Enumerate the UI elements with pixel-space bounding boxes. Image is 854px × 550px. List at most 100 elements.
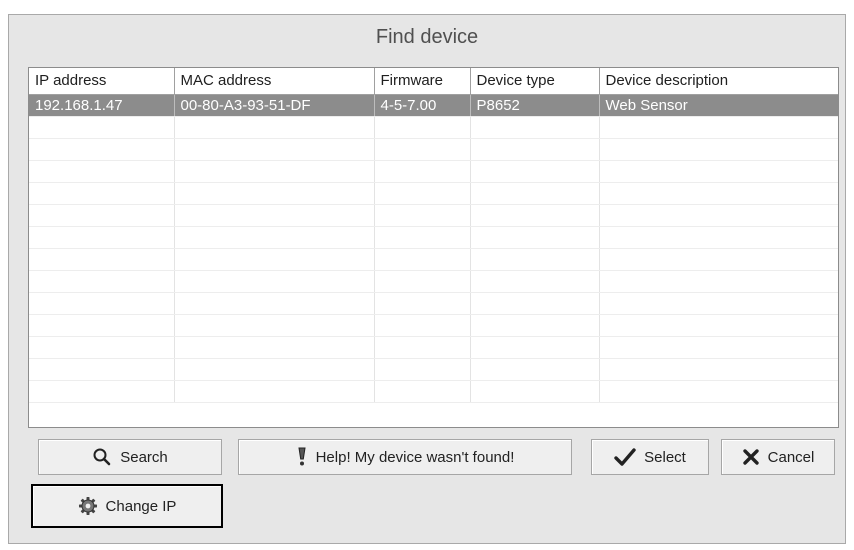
empty-cell — [599, 292, 838, 315]
empty-row — [29, 270, 838, 293]
find-device-window: Find device IP address MAC address Firmw… — [8, 14, 846, 544]
empty-cell — [29, 226, 175, 249]
empty-cell — [374, 336, 471, 359]
empty-cell — [470, 204, 600, 227]
column-header-device-type[interactable]: Device type — [470, 68, 600, 95]
empty-cell — [470, 182, 600, 205]
change-ip-button-label: Change IP — [105, 497, 177, 515]
window-title: Find device — [375, 26, 479, 48]
empty-cell — [374, 358, 471, 381]
help-device-not-found-button[interactable]: Help! My device wasn't found! — [238, 439, 572, 475]
empty-cell — [174, 336, 375, 359]
empty-cell — [599, 204, 838, 227]
empty-cell — [174, 226, 375, 249]
header-row: IP address MAC address Firmware Device t… — [29, 68, 838, 95]
change-ip-button[interactable]: Change IP — [31, 484, 223, 528]
empty-cell — [470, 336, 600, 359]
empty-cell — [470, 358, 600, 381]
empty-cell — [374, 116, 471, 139]
x-icon — [742, 448, 760, 466]
column-header-firmware[interactable]: Firmware — [374, 68, 471, 95]
empty-row — [29, 358, 838, 381]
empty-cell — [599, 138, 838, 161]
empty-cell — [174, 248, 375, 271]
empty-cell — [374, 380, 471, 403]
empty-cell — [29, 314, 175, 337]
empty-cell — [174, 204, 375, 227]
empty-cell — [29, 358, 175, 381]
empty-cell — [374, 248, 471, 271]
table-row[interactable]: 192.168.1.47 00-80-A3-93-51-DF 4-5-7.00 … — [29, 94, 838, 117]
empty-cell — [470, 248, 600, 271]
search-button[interactable]: Search — [38, 439, 222, 475]
help-button-label: Help! My device wasn't found! — [315, 448, 515, 466]
empty-cell — [174, 270, 375, 293]
empty-cell — [599, 182, 838, 205]
cell-firmware: 4-5-7.00 — [374, 94, 471, 117]
empty-cell — [599, 270, 838, 293]
empty-cell — [599, 248, 838, 271]
search-icon — [92, 447, 112, 467]
empty-cell — [470, 226, 600, 249]
empty-cell — [374, 204, 471, 227]
empty-cell — [29, 116, 175, 139]
empty-cell — [470, 138, 600, 161]
device-list[interactable]: IP address MAC address Firmware Device t… — [28, 67, 839, 428]
empty-row — [29, 292, 838, 315]
column-header-mac-address[interactable]: MAC address — [174, 68, 375, 95]
exclamation-icon — [296, 446, 308, 468]
empty-cell — [374, 160, 471, 183]
empty-cell — [599, 358, 838, 381]
empty-row — [29, 204, 838, 227]
empty-cell — [174, 358, 375, 381]
empty-cell — [174, 292, 375, 315]
empty-cell — [29, 336, 175, 359]
search-button-label: Search — [120, 448, 168, 466]
cancel-button[interactable]: Cancel — [721, 439, 835, 475]
empty-cell — [470, 314, 600, 337]
empty-cell — [599, 226, 838, 249]
empty-cell — [374, 226, 471, 249]
column-header-ip-address[interactable]: IP address — [29, 68, 175, 95]
select-button-label: Select — [644, 448, 686, 466]
empty-row — [29, 138, 838, 161]
cell-ip-address: 192.168.1.47 — [29, 94, 175, 117]
empty-cell — [470, 380, 600, 403]
empty-row — [29, 226, 838, 249]
empty-cell — [374, 270, 471, 293]
empty-cell — [174, 160, 375, 183]
select-button[interactable]: Select — [591, 439, 709, 475]
empty-cell — [29, 270, 175, 293]
empty-cell — [174, 380, 375, 403]
empty-cell — [599, 314, 838, 337]
empty-row — [29, 160, 838, 183]
empty-cell — [599, 336, 838, 359]
empty-cell — [599, 160, 838, 183]
empty-row — [29, 182, 838, 205]
empty-cell — [29, 138, 175, 161]
empty-cell — [470, 160, 600, 183]
empty-cell — [174, 116, 375, 139]
empty-row — [29, 314, 838, 337]
empty-cell — [374, 314, 471, 337]
column-header-device-description[interactable]: Device description — [599, 68, 838, 95]
empty-cell — [29, 182, 175, 205]
cell-device-description: Web Sensor — [599, 94, 838, 117]
empty-row — [29, 336, 838, 359]
empty-cell — [29, 160, 175, 183]
empty-cell — [470, 270, 600, 293]
empty-cell — [29, 380, 175, 403]
empty-cell — [374, 182, 471, 205]
empty-cell — [599, 116, 838, 139]
empty-cell — [29, 292, 175, 315]
device-table: IP address MAC address Firmware Device t… — [29, 68, 838, 403]
empty-cell — [374, 292, 471, 315]
empty-cell — [174, 314, 375, 337]
empty-row — [29, 248, 838, 271]
empty-row — [29, 380, 838, 403]
empty-cell — [174, 182, 375, 205]
gear-icon — [78, 496, 98, 516]
cancel-button-label: Cancel — [767, 448, 815, 466]
empty-cell — [470, 116, 600, 139]
empty-cell — [29, 248, 175, 271]
